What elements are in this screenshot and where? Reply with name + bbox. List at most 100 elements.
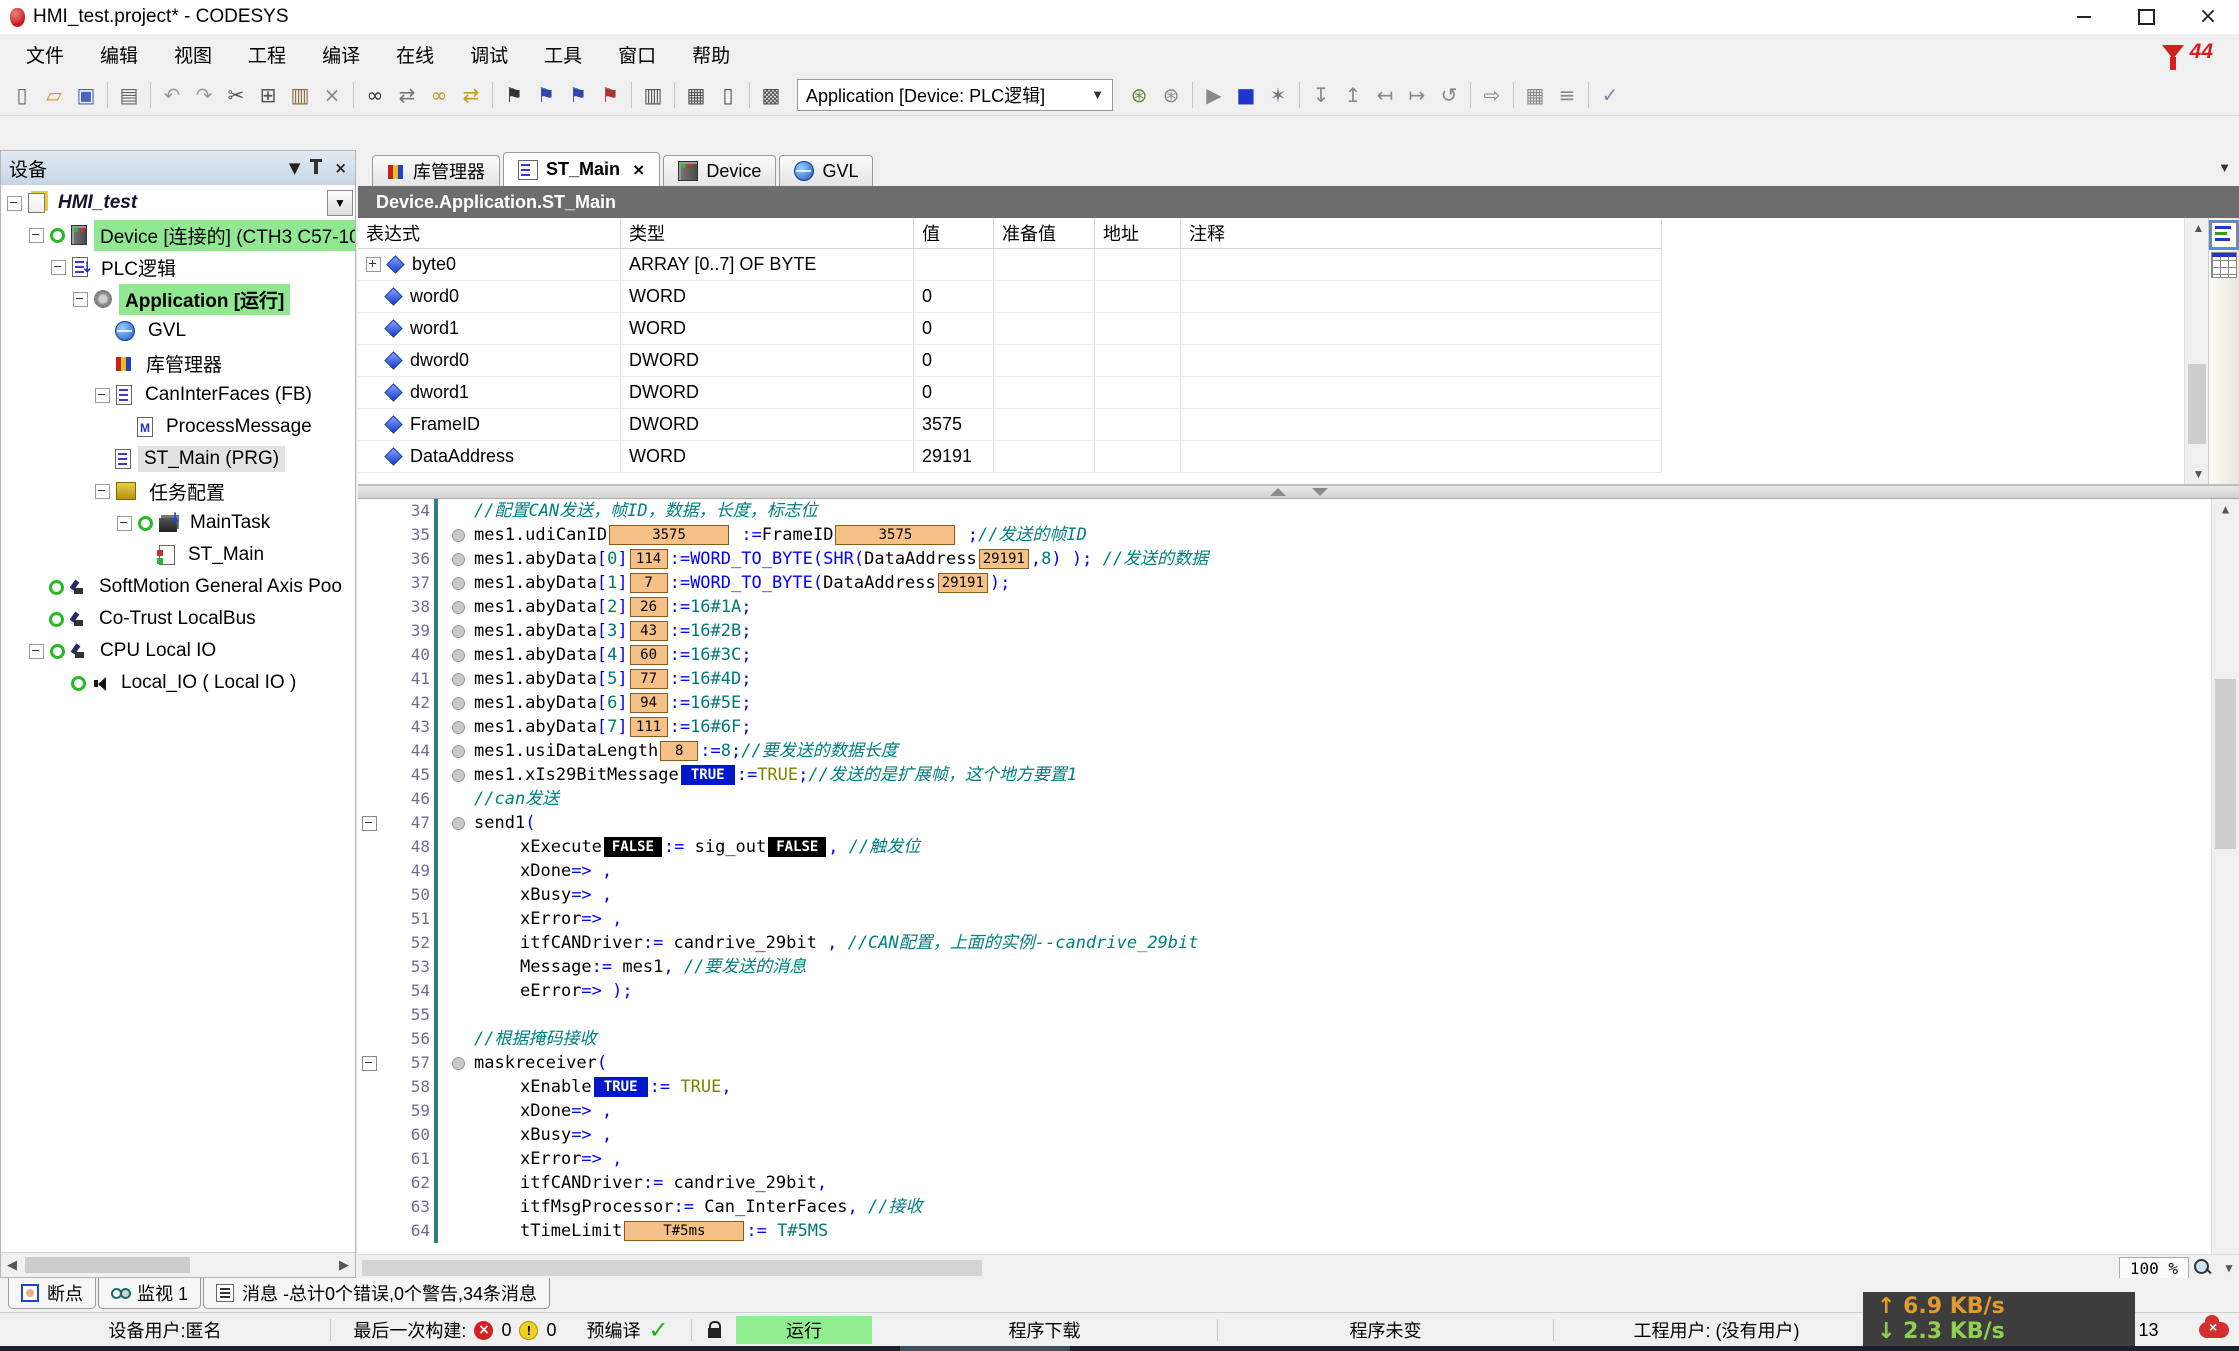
- bottom-tab-messages[interactable]: 消息 -总计0个错误,0个警告,34条消息: [203, 1278, 550, 1309]
- code-line[interactable]: 43mes1.abyData[7]111:=16#6F;: [358, 715, 2239, 739]
- tree-item[interactable]: ProcessMessage: [1, 411, 355, 443]
- code-line[interactable]: 57maskreceiver(: [358, 1051, 2239, 1075]
- breakpoint-settings-icon[interactable]: ✶: [1263, 80, 1293, 110]
- pin-icon[interactable]: [314, 162, 318, 174]
- splitter-up-icon[interactable]: [1270, 488, 1286, 496]
- scroll-up-icon[interactable]: ▲: [2212, 499, 2239, 519]
- cell-value[interactable]: 0: [914, 281, 994, 312]
- start-icon[interactable]: ▶: [1199, 80, 1229, 110]
- table-row[interactable]: dword0DWORD0: [358, 345, 1662, 377]
- cell-value[interactable]: 0: [914, 345, 994, 376]
- delete-icon[interactable]: ×: [317, 80, 347, 110]
- breakpoint-margin[interactable]: [444, 859, 472, 883]
- recompile-check-icon[interactable]: ✓: [1595, 80, 1625, 110]
- cell-prepared-value[interactable]: [994, 313, 1095, 344]
- bookmarks-clear-icon[interactable]: ⚑: [595, 80, 625, 110]
- flow-control-icon[interactable]: ▦: [1520, 80, 1550, 110]
- tree-item[interactable]: CanInterFaces (FB): [1, 379, 355, 411]
- breakpoint-margin[interactable]: [444, 547, 472, 571]
- undo-icon[interactable]: ↶: [157, 80, 187, 110]
- step-over-icon[interactable]: ↧: [1306, 80, 1336, 110]
- code-line[interactable]: 35mes1.udiCanID3575 :=FrameID3575 ;//发送的…: [358, 523, 2239, 547]
- find-in-objects-icon[interactable]: ∞: [424, 80, 454, 110]
- code-line[interactable]: 56//根据掩码接收: [358, 1027, 2239, 1051]
- breakpoint-margin[interactable]: [444, 595, 472, 619]
- active-application-combo[interactable]: Application [Device: PLC逻辑] ▼: [797, 79, 1113, 111]
- minimize-button[interactable]: [2053, 0, 2115, 34]
- open-project-icon[interactable]: ▱: [39, 80, 69, 110]
- find-icon[interactable]: ∞: [360, 80, 390, 110]
- scroll-down-icon[interactable]: ▼: [2219, 1258, 2239, 1278]
- cell-prepared-value[interactable]: [994, 281, 1095, 312]
- input-assistant-icon[interactable]: ▩: [756, 80, 786, 110]
- watch-list-icon[interactable]: ≡: [1552, 80, 1582, 110]
- code-line[interactable]: 50xBusy=> ,: [358, 883, 2239, 907]
- code-line[interactable]: 45mes1.xIs29BitMessageTRUE:=TRUE;//发送的是扩…: [358, 763, 2239, 787]
- watch-table-vscrollbar[interactable]: ▲ ▼: [2184, 218, 2209, 484]
- cut-icon[interactable]: ✂: [221, 80, 251, 110]
- tab-ST_Main[interactable]: ST_Main×: [503, 152, 660, 186]
- breakpoint-margin[interactable]: [444, 1051, 472, 1075]
- scrollbar-thumb[interactable]: [25, 1257, 190, 1273]
- code-line[interactable]: 44mes1.usiDataLength8:=8;//要发送的数据长度: [358, 739, 2239, 763]
- cell-value[interactable]: 0: [914, 313, 994, 344]
- breakpoint-margin[interactable]: [444, 667, 472, 691]
- new-file-icon[interactable]: ▯: [7, 80, 37, 110]
- breakpoint-margin[interactable]: [444, 811, 472, 835]
- expander-icon[interactable]: [95, 388, 110, 403]
- breakpoint-margin[interactable]: [444, 1219, 472, 1243]
- breakpoint-margin[interactable]: [444, 763, 472, 787]
- filter-overlay-badge[interactable]: 44: [2162, 40, 2213, 64]
- code-hscrollbar[interactable]: [362, 1260, 982, 1276]
- replace-icon[interactable]: ⇄: [392, 80, 422, 110]
- code-line[interactable]: 60xBusy=> ,: [358, 1123, 2239, 1147]
- fold-collapse-icon[interactable]: [362, 1056, 377, 1071]
- code-line[interactable]: 55: [358, 1003, 2239, 1027]
- tab-Device[interactable]: Device: [663, 155, 776, 186]
- stop-icon[interactable]: ■: [1231, 80, 1261, 110]
- code-line[interactable]: 58xEnableTRUE:= TRUE,: [358, 1075, 2239, 1099]
- tree-item[interactable]: GVL: [1, 315, 355, 347]
- code-line[interactable]: 52itfCANDriver:= candrive_29bit , //CAN配…: [358, 931, 2239, 955]
- code-vscrollbar[interactable]: ▲: [2211, 499, 2239, 1255]
- tab-GVL[interactable]: GVL: [779, 155, 873, 186]
- panel-dropdown-icon[interactable]: ▼: [289, 159, 301, 177]
- column-header[interactable]: 表达式: [358, 218, 621, 248]
- code-line[interactable]: 37mes1.abyData[1]7:=WORD_TO_BYTE(DataAdd…: [358, 571, 2239, 595]
- tree-item[interactable]: Application [运行]: [1, 283, 355, 315]
- code-line[interactable]: 41mes1.abyData[5]77:=16#4D;: [358, 667, 2239, 691]
- column-header[interactable]: 类型: [621, 218, 914, 248]
- cell-prepared-value[interactable]: [994, 249, 1095, 280]
- cell-value[interactable]: 29191: [914, 441, 994, 472]
- bookmark-toggle-icon[interactable]: ⚑: [499, 80, 529, 110]
- breakpoint-margin[interactable]: [444, 907, 472, 931]
- textual-view-icon[interactable]: [2211, 222, 2237, 248]
- tree-item[interactable]: 任务配置: [1, 475, 355, 507]
- expander-icon[interactable]: [7, 196, 22, 211]
- table-row[interactable]: FrameIDDWORD3575: [358, 409, 1662, 441]
- breakpoint-margin[interactable]: [444, 1099, 472, 1123]
- st-code-editor[interactable]: 34//配置CAN发送，帧ID，数据，长度，标志位35mes1.udiCanID…: [358, 499, 2239, 1281]
- table-row[interactable]: word1WORD0: [358, 313, 1662, 345]
- save-icon[interactable]: ▣: [71, 80, 101, 110]
- fold-collapse-icon[interactable]: [362, 816, 377, 831]
- table-row[interactable]: dword1DWORD0: [358, 377, 1662, 409]
- tab-overflow-icon[interactable]: ▼: [2218, 160, 2231, 175]
- breakpoint-margin[interactable]: [444, 1027, 472, 1051]
- menu-item[interactable]: 视图: [156, 41, 230, 68]
- reset-warm-icon[interactable]: ↺: [1434, 80, 1464, 110]
- menu-item[interactable]: 在线: [378, 41, 452, 68]
- breakpoint-margin[interactable]: [444, 787, 472, 811]
- editor-splitter[interactable]: [358, 485, 2239, 499]
- column-header[interactable]: 值: [914, 218, 994, 248]
- expander-icon[interactable]: [117, 516, 132, 531]
- code-line[interactable]: 54eError=> );: [358, 979, 2239, 1003]
- breakpoint-margin[interactable]: [444, 691, 472, 715]
- maximize-button[interactable]: [2115, 0, 2177, 34]
- breakpoint-margin[interactable]: [444, 979, 472, 1003]
- panel-close-icon[interactable]: ×: [334, 159, 347, 177]
- show-next-statement-icon[interactable]: ⇨: [1477, 80, 1507, 110]
- column-header[interactable]: 准备值: [994, 218, 1095, 248]
- breakpoint-margin[interactable]: [444, 571, 472, 595]
- expander-icon[interactable]: [95, 484, 110, 499]
